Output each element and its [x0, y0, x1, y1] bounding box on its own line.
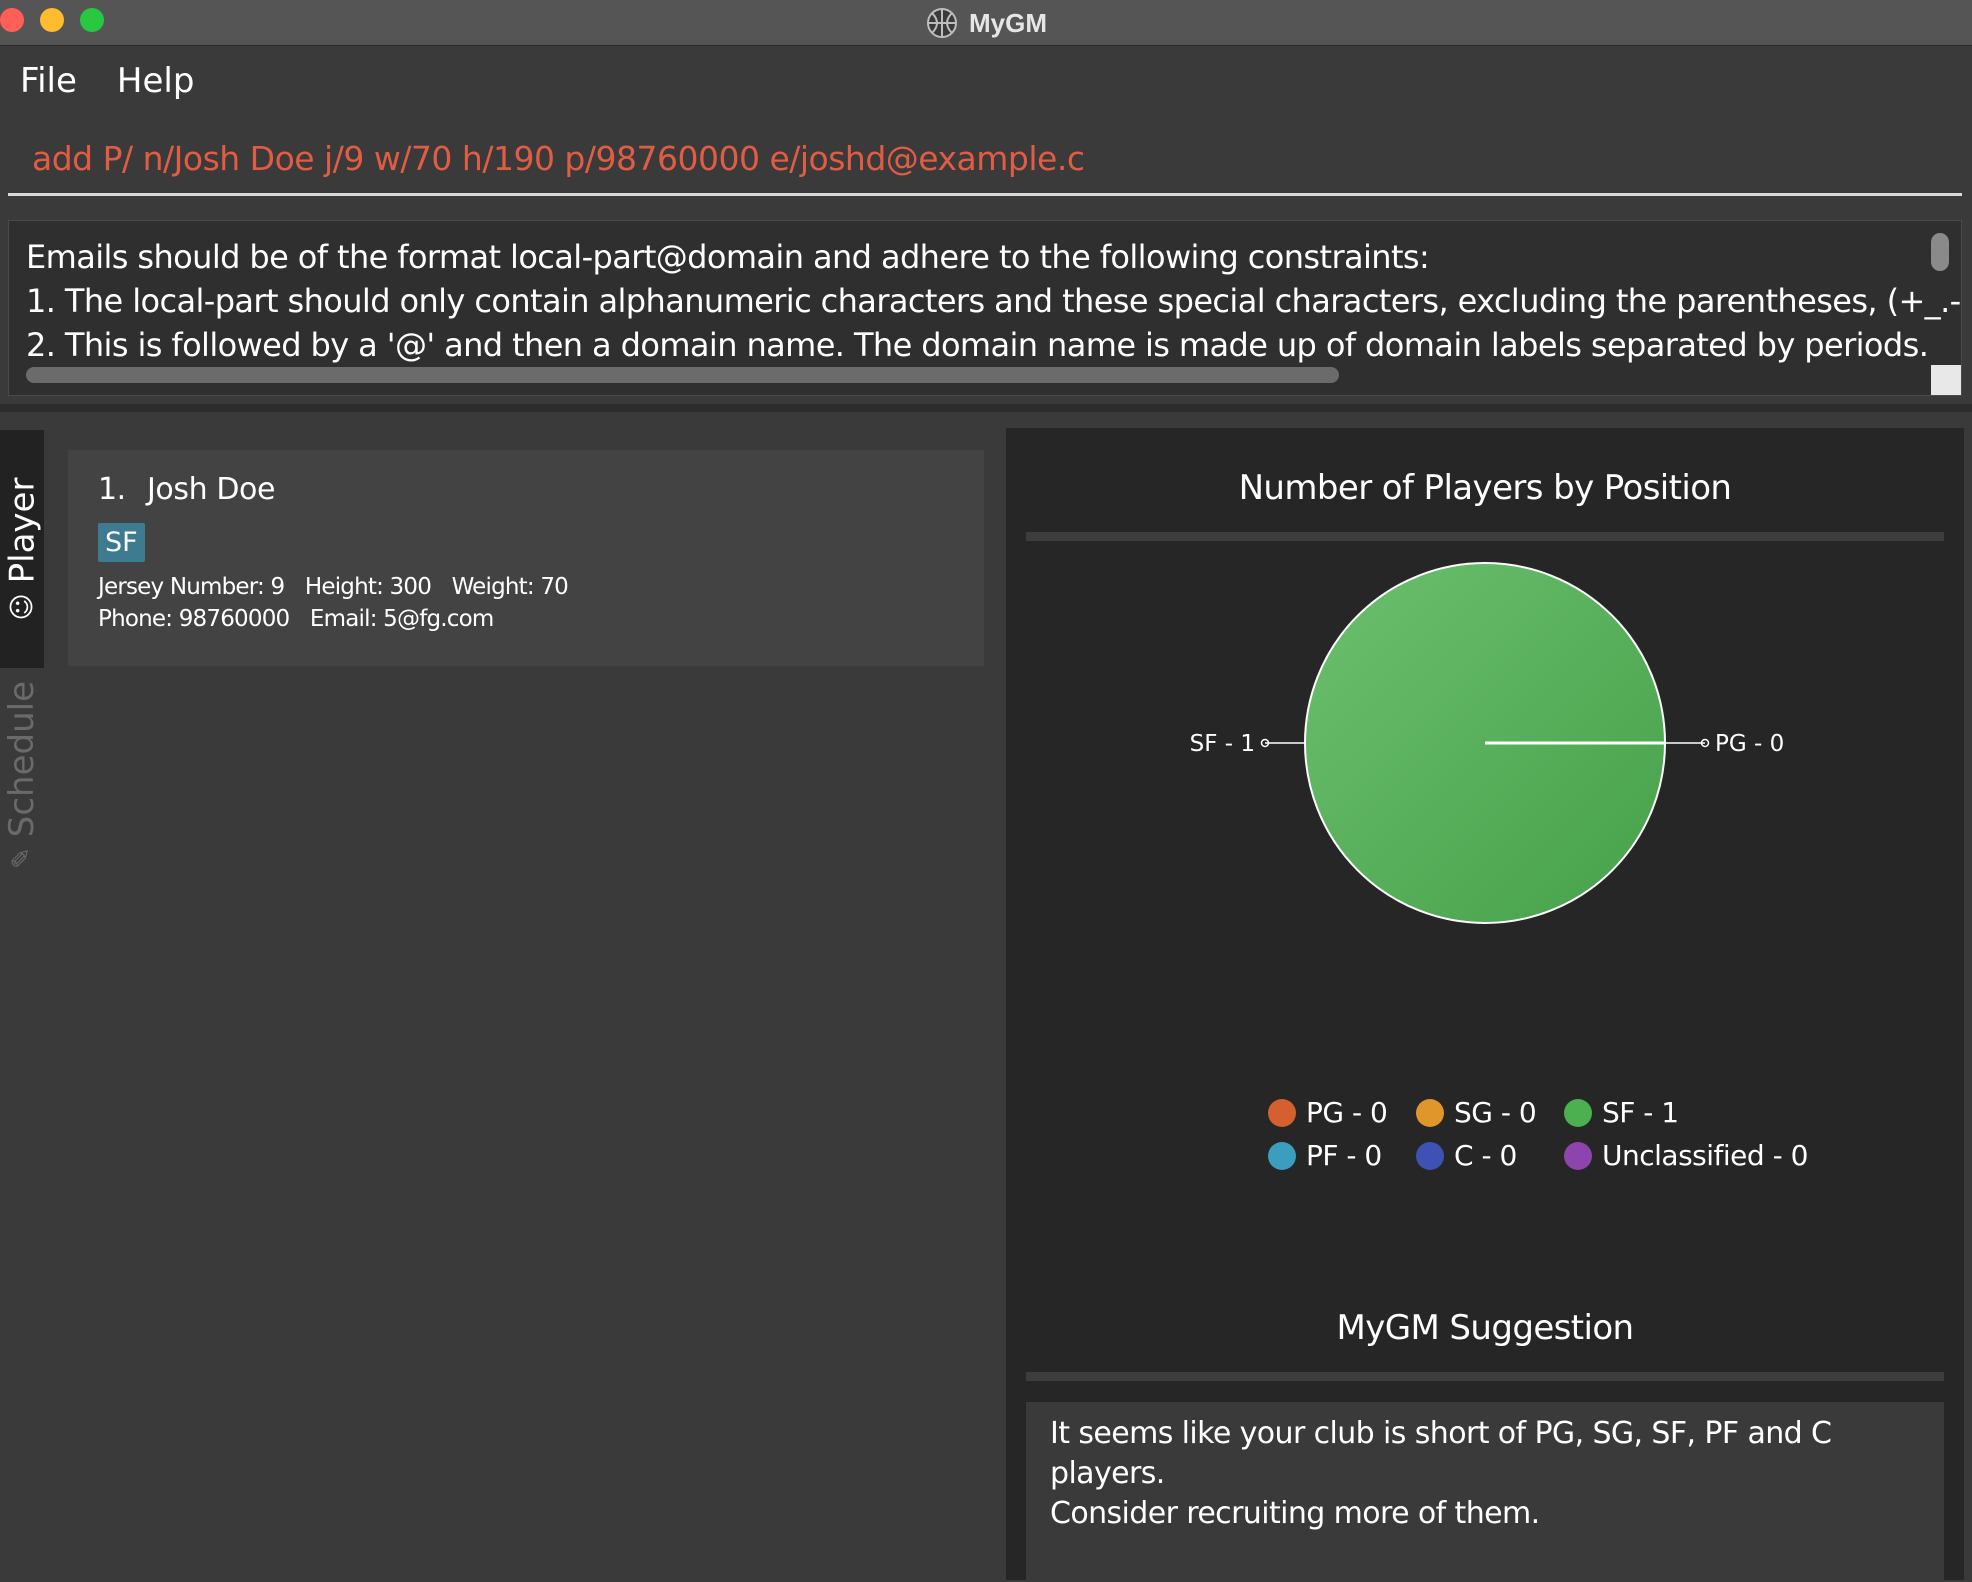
menu-file[interactable]: File	[20, 61, 77, 101]
result-line: 2. This is followed by a '@' and then a …	[26, 326, 1929, 364]
tab-schedule-label: Schedule	[2, 680, 43, 838]
legend-label: SF - 1	[1602, 1096, 1679, 1129]
pie-label-sf: SF - 1	[1190, 731, 1255, 757]
legend-item-c: C - 0	[1416, 1139, 1564, 1172]
vertical-scrollbar[interactable]	[1931, 233, 1949, 271]
title-bar: MyGM	[0, 0, 1972, 46]
result-line: 1. The local-part should only contain al…	[26, 282, 1962, 320]
tab-player-label: Player	[2, 477, 43, 584]
legend-label: Unclassified - 0	[1602, 1139, 1808, 1172]
player-name: Josh Doe	[146, 472, 276, 507]
pane-divider[interactable]	[0, 404, 1972, 412]
player-contact: Phone: 98760000 Email: 5@fg.com	[98, 606, 984, 632]
tab-player[interactable]: ☺ Player	[0, 430, 44, 668]
player-name-row: 1. Josh Doe	[98, 472, 984, 507]
suggestion-title: MyGM Suggestion	[1336, 1308, 1634, 1348]
player-card[interactable]: 1. Josh Doe SF Jersey Number: 9 Height: …	[68, 450, 984, 666]
legend-swatch	[1416, 1141, 1444, 1170]
menu-help[interactable]: Help	[117, 61, 195, 101]
legend-item-pf: PF - 0	[1268, 1139, 1416, 1172]
legend-label: SG - 0	[1454, 1096, 1537, 1129]
legend-item-pg: PG - 0	[1268, 1096, 1416, 1129]
player-height: Height: 300	[304, 574, 432, 600]
chart-legend: PG - 0 SG - 0 SF - 1 PF - 0 C - 0 Unclassifie…	[1268, 1096, 1828, 1172]
player-stats: Jersey Number: 9 Height: 300 Weight: 70	[98, 574, 984, 600]
result-line: Emails should be of the format local-par…	[26, 238, 1430, 276]
position-tag: SF	[98, 523, 145, 562]
player-weight: Weight: 70	[451, 574, 569, 600]
suggestion-text-line: It seems like your club is short of PG, …	[1050, 1416, 1832, 1491]
legend-label: C - 0	[1454, 1139, 1517, 1172]
calendar-icon: ✎	[7, 847, 38, 870]
legend-swatch	[1564, 1098, 1592, 1127]
legend-swatch	[1416, 1098, 1444, 1127]
position-pie-chart: SF - 1 PG - 0	[1190, 562, 1784, 924]
horizontal-scrollbar[interactable]	[26, 367, 1339, 383]
suggestion-text-line: Consider recruiting more of them.	[1050, 1496, 1540, 1531]
tab-schedule[interactable]: ✎ Schedule	[0, 670, 44, 880]
tab-bar: ☺ Player ✎ Schedule	[0, 430, 44, 1580]
pie-label-pg: PG - 0	[1715, 731, 1784, 757]
legend-swatch	[1268, 1098, 1296, 1127]
menu-bar: File Help	[0, 47, 1972, 114]
player-email: Email: 5@fg.com	[309, 606, 494, 632]
legend-swatch	[1564, 1141, 1592, 1170]
legend-item-sf: SF - 1	[1564, 1096, 1824, 1129]
statistics-panel: Number of Players by Position SF - 1 PG -…	[1006, 428, 1964, 1582]
legend-swatch	[1268, 1141, 1296, 1170]
command-input-value[interactable]: add P/ n/Josh Doe j/9 w/70 h/190 p/98760…	[32, 139, 1085, 178]
command-input[interactable]: add P/ n/Josh Doe j/9 w/70 h/190 p/98760…	[8, 124, 1962, 196]
smiley-icon: ☺	[7, 593, 38, 621]
suggestion-box: It seems like your club is short of PG, …	[1026, 1402, 1944, 1582]
player-list: 1. Josh Doe SF Jersey Number: 9 Height: …	[44, 430, 1004, 1580]
player-phone: Phone: 98760000	[98, 606, 290, 632]
legend-item-unclassified: Unclassified - 0	[1564, 1139, 1824, 1172]
legend-label: PF - 0	[1306, 1139, 1382, 1172]
legend-item-sg: SG - 0	[1416, 1096, 1564, 1129]
result-display: Emails should be of the format local-par…	[8, 220, 1962, 396]
legend-label: PG - 0	[1306, 1096, 1388, 1129]
scrollbar-corner	[1931, 365, 1961, 395]
chart-title: Number of Players by Position	[1238, 468, 1732, 508]
player-index: 1.	[98, 472, 126, 507]
jersey-number: Jersey Number: 9	[98, 574, 285, 600]
window-title: MyGM	[969, 7, 1047, 38]
suggestion-separator	[1026, 1372, 1944, 1381]
basketball-icon	[927, 8, 957, 38]
